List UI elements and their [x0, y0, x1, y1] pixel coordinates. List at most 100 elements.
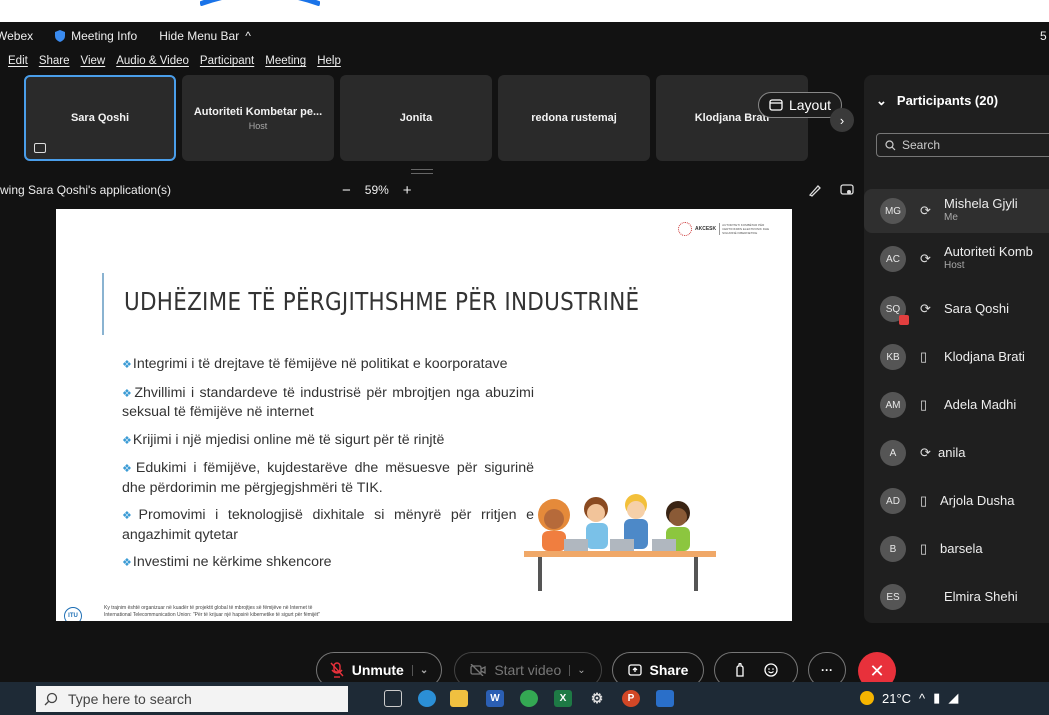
zoom-out-button[interactable]: − [342, 182, 351, 199]
pop-out-icon[interactable] [840, 183, 854, 197]
akcesk-seal-icon [678, 222, 692, 236]
webex-icon[interactable] [656, 690, 674, 707]
video-tile-sara-qoshi[interactable]: Sara Qoshi [24, 75, 176, 161]
video-tile-autoriteti[interactable]: Autoriteti Kombetar pe... Host [182, 75, 334, 161]
muted-mic-icon [330, 662, 344, 678]
avatar: AD [880, 488, 906, 514]
menu-meeting[interactable]: Meeting [265, 55, 306, 67]
resize-grip[interactable] [411, 169, 433, 174]
menu-audio-video[interactable]: Audio & Video [116, 55, 189, 67]
bullet-item: Edukimi i fëmijëve, kujdestarëve dhe mës… [122, 459, 534, 497]
tile-name: Jonita [399, 112, 433, 124]
settings-gear-icon[interactable]: ⚙ [588, 690, 606, 707]
chevron-down-icon[interactable]: ⌄ [411, 664, 428, 676]
task-view-icon[interactable] [384, 690, 402, 707]
browser-header-fragment [0, 0, 1049, 22]
unmute-label: Unmute [351, 662, 404, 678]
participant-row[interactable]: AD ▯ Arjola Dusha [864, 479, 1049, 523]
hide-menu-label: Hide Menu Bar [159, 29, 240, 43]
volume-icon[interactable]: ◢ [948, 690, 958, 706]
layout-label: Layout [788, 97, 832, 113]
video-tile-jonita[interactable]: Jonita [340, 75, 492, 161]
chevron-up-icon: ^ [245, 29, 251, 43]
device-icon: ▯ [920, 493, 928, 508]
participant-name: Elmira Shehi [944, 589, 1018, 604]
device-icon: ▯ [920, 541, 928, 556]
participant-row[interactable]: ES Elmira Shehi [864, 575, 1049, 619]
chrome-icon[interactable] [520, 690, 538, 707]
bullet-item: Zhvillimi i standardeve të industrisë pë… [122, 384, 534, 422]
participants-title: Participants (20) [896, 93, 999, 108]
participant-role: Me [944, 212, 958, 223]
participant-name: Sara Qoshi [944, 301, 1010, 316]
participants-header[interactable]: ⌄ Participants (20) [876, 93, 998, 109]
edge-icon[interactable] [418, 690, 436, 707]
meeting-info-label: Meeting Info [71, 29, 138, 43]
word-icon[interactable]: W [486, 690, 504, 707]
menu-view[interactable]: View [81, 55, 106, 67]
participant-row[interactable]: KB ▯ Klodjana Brati [864, 335, 1049, 379]
annotate-icon[interactable] [808, 183, 822, 197]
logo-sub: AUTORITETI KOMBËTAR PËR CERTIFIKIMIN ELE… [719, 223, 779, 235]
participant-name-block: Autoriteti Komb Host [944, 245, 1033, 273]
tile-name: redona rustemaj [531, 112, 617, 124]
chevron-down-icon[interactable]: ⌄ [876, 93, 887, 109]
hide-menu-bar-button[interactable]: Hide Menu Bar ^ [159, 29, 251, 43]
screen-share-icon [34, 143, 46, 153]
footer-line: International Telecommunication Union: "… [104, 612, 321, 618]
layout-icon [769, 99, 783, 111]
reaction-icon[interactable] [764, 663, 778, 677]
participant-row[interactable]: B ▯ barsela [864, 527, 1049, 571]
akcesk-logo: AKCESK AUTORITETI KOMBËTAR PËR CERTIFIKI… [678, 217, 786, 241]
tray-chevron-up-icon[interactable]: ^ [919, 691, 925, 706]
tile-name: Klodjana Brati [694, 112, 770, 124]
menu-participant[interactable]: Participant [200, 55, 254, 67]
zoom-controls: − 59% + [342, 182, 412, 199]
audio-icon: ⟳ [920, 203, 931, 218]
titlebar: Webex Meeting Info Hide Menu Bar ^ 5 [0, 22, 1049, 50]
video-off-icon [470, 664, 486, 676]
participant-name: anila [938, 445, 966, 460]
footer-line: Ky trajnim është organizuar në kuadër të… [104, 605, 313, 611]
header-fragment-graphic [200, 0, 320, 6]
menu-help[interactable]: Help [317, 55, 341, 67]
powerpoint-icon[interactable]: P [622, 690, 640, 707]
share-bar: wing Sara Qoshi's application(s) − 59% + [0, 178, 860, 202]
avatar: AC [880, 246, 906, 272]
bullet-item: Integrimi i të drejtave të fëmijëve në p… [122, 355, 534, 375]
file-explorer-icon[interactable] [450, 690, 468, 707]
video-tile-klodjana[interactable]: Klodjana Brati [656, 75, 808, 161]
zoom-level: 59% [364, 183, 389, 197]
network-icon[interactable]: ▮ [933, 690, 940, 706]
bullet-list: Integrimi i të drejtave të fëmijëve në p… [122, 355, 534, 582]
participant-row[interactable]: AM ▯ Adela Madhi [864, 383, 1049, 427]
start-video-label: Start video [494, 662, 562, 678]
participant-row[interactable]: SQ ⟳ Sara Qoshi [864, 287, 1049, 331]
temperature: 21°C [882, 690, 912, 706]
participant-row[interactable]: MG ⟳ Mishela Gjyli Me [864, 189, 1049, 233]
participant-role: Host [944, 260, 965, 271]
meeting-info-button[interactable]: Meeting Info [55, 29, 137, 43]
participant-row[interactable]: A ⟳ anila [864, 431, 1049, 475]
layout-button[interactable]: Layout [758, 92, 842, 118]
participant-row[interactable]: AC ⟳ Autoriteti Komb Host [864, 237, 1049, 281]
menu-edit[interactable]: Edit [8, 55, 28, 67]
video-tile-redona[interactable]: redona rustemaj [498, 75, 650, 161]
participant-name: Mishela Gjyli [944, 196, 1018, 211]
search-placeholder: Search [902, 138, 941, 152]
chevron-down-icon[interactable]: ⌄ [569, 664, 586, 676]
participant-name: Autoriteti Komb [944, 244, 1033, 259]
menu-share[interactable]: Share [39, 55, 70, 67]
next-tiles-arrow-icon[interactable]: › [830, 108, 854, 132]
taskbar-search-placeholder: Type here to search [68, 691, 192, 707]
zoom-in-button[interactable]: + [403, 182, 412, 199]
raise-hand-icon[interactable] [734, 663, 746, 677]
taskbar-search-input[interactable]: Type here to search [36, 686, 348, 712]
audio-icon: ⟳ [920, 445, 931, 460]
system-tray: 21°C ^ ▮ ◢ [860, 690, 958, 706]
clock-fragment: 5 [1040, 29, 1047, 43]
participants-search-input[interactable]: Search [876, 133, 1049, 157]
share-label: Share [649, 662, 689, 678]
windows-taskbar: Type here to search W X ⚙ P 21°C ^ ▮ ◢ [0, 682, 1049, 715]
excel-icon[interactable]: X [554, 690, 572, 707]
